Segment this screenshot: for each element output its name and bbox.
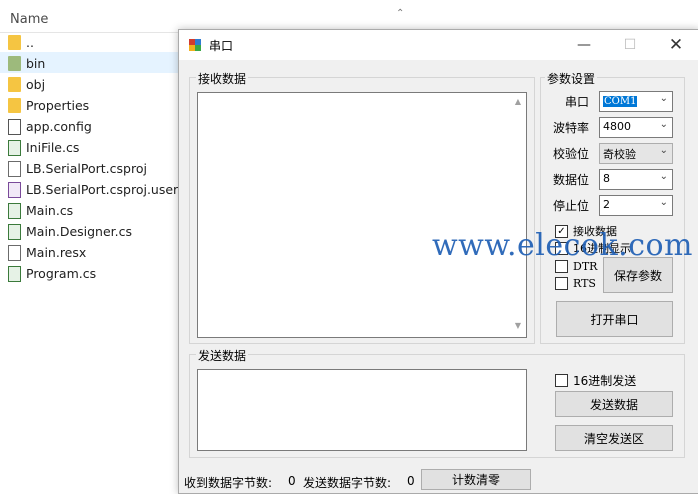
chevron-down-icon: ⌄ (659, 171, 668, 182)
chevron-down-icon: ⌄ (659, 197, 668, 208)
stopbits-select[interactable]: 2 ⌄ (599, 195, 673, 216)
minimize-button[interactable]: — (561, 30, 607, 60)
chevron-down-icon: ⌄ (659, 93, 668, 104)
hex-send-checkbox-label: 16进制发送 (573, 374, 637, 388)
scroll-up-icon[interactable]: ▲ (512, 97, 524, 109)
file-name: Program.cs (26, 266, 97, 281)
cs-file-icon (8, 202, 21, 219)
databits-value: 8 (603, 172, 610, 185)
file-list-item[interactable]: Properties (8, 95, 188, 116)
port-value: COM1 (603, 96, 638, 107)
status-bar: 收到数据字节数: 0 发送数据字节数: 0 计数清零 (179, 466, 698, 493)
send-data-button[interactable]: 发送数据 (555, 391, 673, 417)
hex-send-checkbox[interactable]: 16进制发送 (555, 372, 636, 389)
file-name: IniFile.cs (26, 140, 80, 155)
file-name: Main.resx (26, 245, 87, 260)
file-list-item[interactable]: Program.cs (8, 263, 188, 284)
parity-select[interactable]: 奇校验 ⌄ (599, 143, 673, 164)
send-bytes-value: 0 (407, 474, 415, 488)
minimize-icon: — (577, 37, 591, 53)
send-bytes-label: 发送数据字节数: (303, 476, 392, 490)
chevron-down-icon: ⌄ (659, 119, 668, 130)
databits-select[interactable]: 8 ⌄ (599, 169, 673, 190)
file-name: Main.Designer.cs (26, 224, 133, 239)
file-name: app.config (26, 119, 92, 134)
cs-file-icon (8, 265, 21, 282)
file-name: LB.SerialPort.csproj (26, 161, 147, 176)
baud-value: 4800 (603, 120, 631, 133)
baud-select[interactable]: 4800 ⌄ (599, 117, 673, 138)
checkbox-box (555, 374, 568, 387)
scroll-down-icon[interactable]: ▼ (512, 321, 524, 333)
file-list-item[interactable]: Main.resx (8, 242, 188, 263)
recv-bytes-value: 0 (288, 474, 296, 488)
send-group-label: 发送数据 (196, 347, 249, 364)
folder-icon (8, 98, 21, 113)
close-button[interactable]: ✕ (653, 30, 698, 60)
maximize-button[interactable]: ☐ (607, 30, 653, 60)
config-file-icon (8, 118, 21, 135)
file-name: LB.SerialPort.csproj.user (26, 182, 179, 197)
file-name: .. (26, 35, 34, 50)
file-name: obj (26, 77, 46, 92)
databits-label: 数据位 (553, 173, 590, 187)
chevron-down-icon: ⌄ (659, 145, 668, 156)
file-list-item[interactable]: bin (8, 53, 188, 74)
watermark-text: www.elecok.com (432, 228, 694, 263)
cs-file-icon (8, 223, 21, 240)
open-port-button[interactable]: 打开串口 (556, 301, 673, 337)
cs-file-icon (8, 139, 21, 156)
title-bar[interactable]: 串口 — ☐ ✕ (179, 30, 698, 60)
rts-checkbox-label: RTS (573, 277, 596, 290)
folder-icon (8, 35, 21, 50)
file-list-item[interactable]: LB.SerialPort.csproj (8, 158, 188, 179)
maximize-icon: ☐ (623, 37, 637, 53)
file-list-item[interactable]: Main.Designer.cs (8, 221, 188, 242)
window-title: 串口 (209, 39, 234, 53)
resx-file-icon (8, 244, 21, 261)
receive-scrollbar[interactable]: ▲ ▼ (512, 95, 524, 335)
parity-label: 校验位 (553, 147, 590, 161)
file-list-item[interactable]: app.config (8, 116, 188, 137)
file-list-item[interactable]: .. (8, 32, 188, 53)
user-file-icon (8, 181, 21, 198)
folder-icon (8, 56, 21, 71)
port-label: 串口 (565, 95, 590, 109)
file-name: Properties (26, 98, 90, 113)
params-group-label: 参数设置 (545, 70, 598, 87)
sort-up-icon: ⌃ (396, 8, 405, 19)
folder-icon (8, 77, 21, 92)
csproj-file-icon (8, 160, 21, 177)
file-name: Main.cs (26, 203, 74, 218)
parity-value: 奇校验 (603, 148, 636, 161)
receive-group-label: 接收数据 (196, 70, 249, 87)
file-list-item[interactable]: IniFile.cs (8, 137, 188, 158)
clear-send-button[interactable]: 清空发送区 (555, 425, 673, 451)
file-name: bin (26, 56, 46, 71)
port-select[interactable]: COM1 ⌄ (599, 91, 673, 112)
stopbits-label: 停止位 (553, 199, 590, 213)
file-list-item[interactable]: Main.cs (8, 200, 188, 221)
column-header-name[interactable]: Name (10, 12, 48, 27)
baud-label: 波特率 (553, 121, 590, 135)
recv-bytes-label: 收到数据字节数: (184, 476, 273, 490)
close-icon: ✕ (668, 35, 684, 55)
file-list-item[interactable]: obj (8, 74, 188, 95)
send-textarea[interactable] (197, 369, 527, 451)
checkbox-box (555, 277, 568, 290)
app-icon (189, 39, 201, 51)
file-list-item[interactable]: LB.SerialPort.csproj.user (8, 179, 188, 200)
receive-textarea[interactable]: ▲ ▼ (197, 92, 527, 338)
stopbits-value: 2 (603, 198, 610, 211)
reset-count-button[interactable]: 计数清零 (421, 469, 531, 490)
rts-checkbox[interactable]: RTS (555, 277, 596, 290)
